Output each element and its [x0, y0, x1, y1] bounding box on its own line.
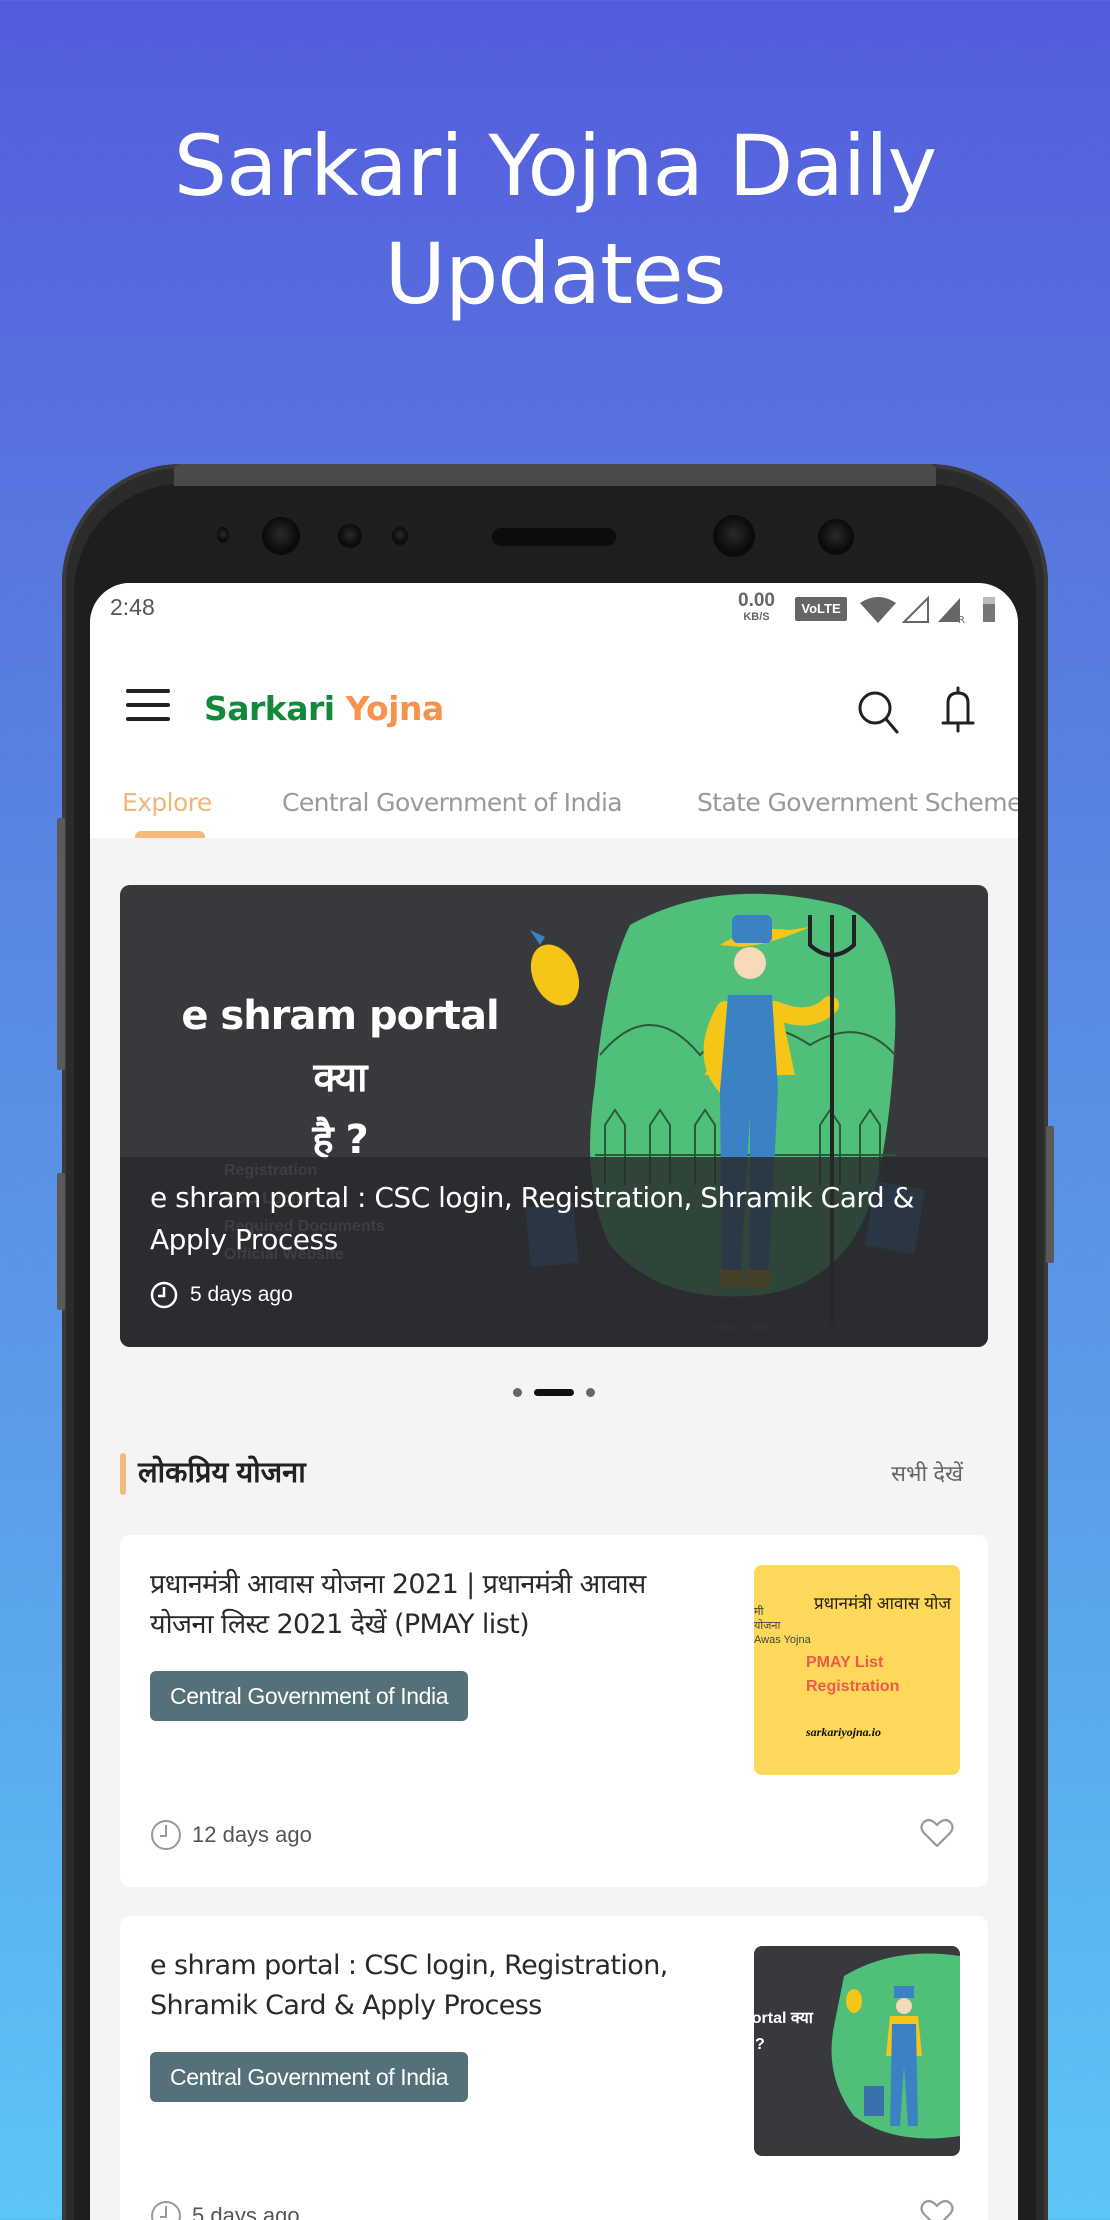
active-tab-indicator: [135, 831, 205, 838]
section-accent-bar: [120, 1453, 126, 1495]
favorite-button[interactable]: [920, 1817, 954, 1849]
menu-icon: [126, 689, 170, 693]
app-logo: Sarkari Yojna: [204, 689, 444, 728]
network-speed: 0.00 KB/S: [738, 591, 775, 624]
phone-side-button: [57, 1173, 65, 1310]
category-chip[interactable]: Central Government of India: [150, 1671, 469, 1721]
card-title: प्रधानमंत्री आवास योजना 2021 | प्रधानमंत…: [150, 1569, 646, 1640]
thumbnail-heading-line2: है ?: [754, 2036, 765, 2053]
phone-side-button: [1046, 1126, 1054, 1263]
thumbnail-heading: प्रधानमंत्री आवास योज: [814, 1594, 951, 1613]
banner-title: e shram portal : CSC login, Registration…: [150, 1181, 914, 1256]
card-time-text: 12 days ago: [192, 1822, 312, 1847]
scheme-card[interactable]: प्रधानमंत्री आवास योजना 2021 | प्रधानमंत…: [120, 1535, 988, 1887]
promo-headline: Sarkari Yojna Daily Updates: [0, 112, 1110, 328]
clock-icon: [151, 2201, 181, 2220]
promo-headline-line1: Sarkari Yojna Daily: [173, 117, 937, 215]
svg-text:R: R: [958, 615, 965, 623]
search-button[interactable]: [856, 688, 900, 736]
camera-lens-icon: [818, 519, 854, 555]
card-thumbnail: प्रधानमंत्री आवास योज मी योजना Awas Yojna …: [754, 1565, 960, 1775]
favorite-button[interactable]: [920, 2198, 954, 2220]
carousel-indicator: [90, 1386, 1018, 1398]
card-thumbnail: portal क्या है ?: [754, 1946, 960, 2156]
card-title: e shram portal : CSC login, Registration…: [150, 1950, 668, 2021]
menu-button[interactable]: [126, 689, 170, 723]
sensor-icon: [392, 527, 408, 545]
proximity-sensor-icon: [217, 527, 229, 543]
tab-central-government[interactable]: Central Government of India: [282, 788, 623, 817]
thumbnail-caption: PMAY List Registration: [806, 1651, 899, 1699]
network-speed-value: 0.00: [738, 590, 775, 611]
camera-lens-icon: [713, 515, 755, 557]
notifications-button[interactable]: [938, 685, 978, 735]
status-bar: 2:48 0.00 KB/S VoLTE R: [90, 583, 1018, 633]
signal-roaming-icon: R: [938, 598, 965, 623]
scheme-card[interactable]: e shram portal : CSC login, Registration…: [120, 1916, 988, 2220]
tab-state-government[interactable]: State Government Schemes: [697, 788, 1018, 817]
earpiece-speaker: [492, 528, 616, 546]
phone-side-button: [57, 818, 65, 1070]
clock-icon: [150, 1281, 178, 1309]
status-time: 2:48: [110, 594, 155, 620]
bell-icon: [941, 686, 975, 733]
thumbnail-site: sarkariyojna.io: [806, 1725, 882, 1739]
thumbnail-side-text: मी योजना Awas Yojna: [754, 1606, 811, 1646]
clock-icon: [151, 1820, 181, 1850]
app-screen: 2:48 0.00 KB/S VoLTE R Sarkari Yojna Exp…: [90, 583, 1018, 2220]
carousel-dot-active[interactable]: [534, 1388, 574, 1396]
see-all-link[interactable]: सभी देखें: [891, 1458, 963, 1488]
menu-icon-line: [126, 703, 170, 707]
tab-explore[interactable]: Explore: [122, 788, 212, 817]
category-tabs: Explore Central Government of India Stat…: [90, 768, 1018, 838]
battery-icon: [983, 597, 995, 622]
banner-timestamp: 5 days ago: [150, 1281, 293, 1309]
heart-icon: [920, 2199, 954, 2220]
wifi-icon: [860, 597, 896, 623]
thumbnail-caption-line2: Registration: [806, 1678, 900, 1695]
card-time-text: 5 days ago: [192, 2203, 300, 2220]
banner-image-headline: e shram portal क्या है ?: [150, 985, 530, 1171]
carousel-dot[interactable]: [586, 1387, 595, 1397]
logo-text-sarkari: Sarkari: [204, 689, 335, 728]
category-chip[interactable]: Central Government of India: [150, 2052, 469, 2102]
banner-time-text: 5 days ago: [190, 1283, 293, 1306]
menu-icon-line: [126, 717, 170, 721]
heart-icon: [920, 1818, 954, 1848]
app-bar: Sarkari Yojna: [90, 633, 1018, 768]
sensor-icon: [338, 524, 362, 548]
thumbnail-heading: portal क्या है ?: [754, 2006, 813, 2058]
farmer-illustration: [831, 1953, 960, 2139]
featured-banner[interactable]: e shram portal क्या है ? e shram portal …: [120, 885, 988, 1347]
carousel-dot[interactable]: [513, 1387, 522, 1397]
search-icon: [858, 691, 899, 734]
thumbnail-heading-line1: portal क्या: [754, 2010, 813, 2027]
thumbnail-caption-line1: PMAY List: [806, 1654, 884, 1671]
signal-empty-icon: [902, 595, 929, 623]
promo-headline-line2: Updates: [384, 225, 727, 323]
card-timestamp: 5 days ago: [150, 2200, 300, 2220]
logo-text-yojna: Yojna: [345, 689, 445, 728]
section-title-popular-schemes: लोकप्रिय योजना: [138, 1457, 306, 1489]
banner-image-headline-line1: e shram portal क्या: [181, 993, 499, 1101]
front-camera-icon: [262, 517, 300, 555]
card-timestamp: 12 days ago: [150, 1819, 312, 1851]
volte-badge: VoLTE: [795, 597, 847, 621]
network-speed-unit: KB/S: [743, 611, 770, 623]
